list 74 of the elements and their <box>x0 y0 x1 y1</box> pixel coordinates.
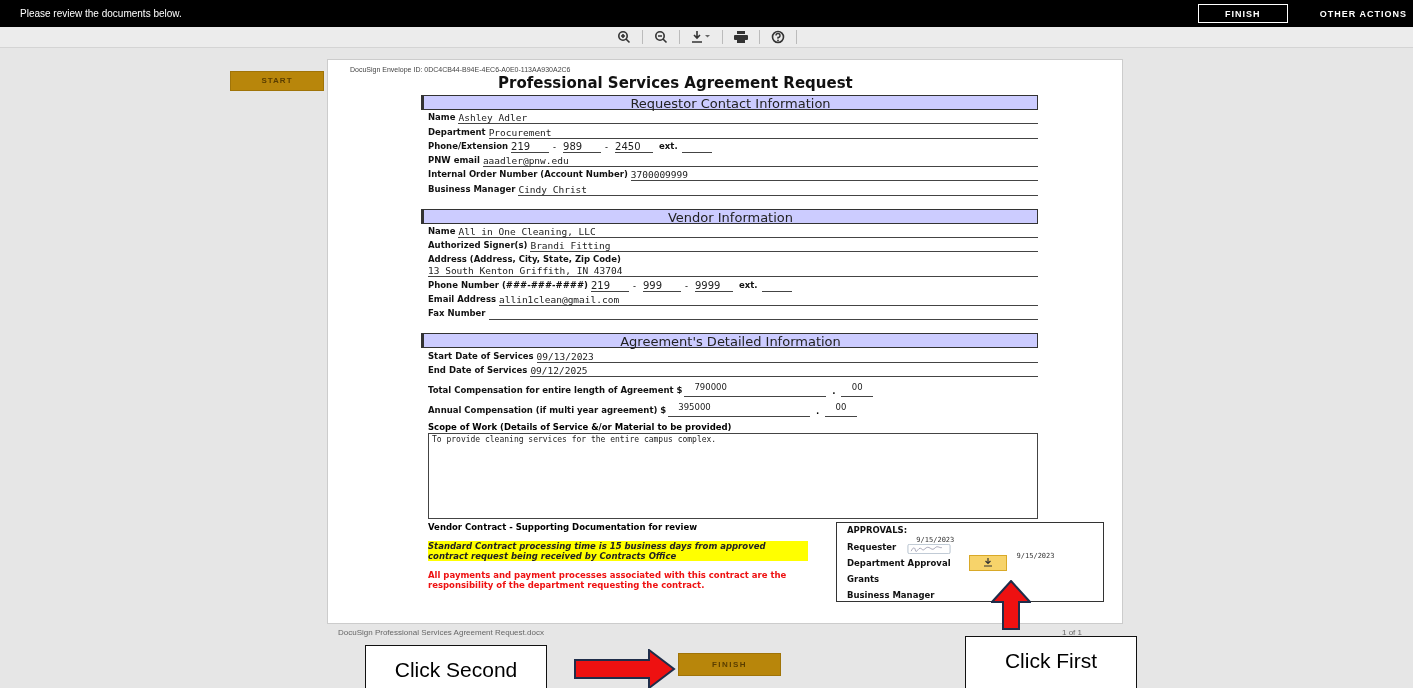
field-label: Internal Order Number (Account Number) <box>428 169 628 182</box>
field-label: ext. <box>738 279 758 292</box>
input-field[interactable]: aaadler@pnw.edu <box>482 154 1038 168</box>
approval-label: Grants <box>847 573 880 584</box>
arrow <box>991 580 1031 630</box>
approval-label: Requester <box>847 541 897 552</box>
dash: - <box>684 280 688 291</box>
document-title: Professional Services Agreement Request <box>498 74 854 92</box>
help-icon[interactable] <box>770 30 785 44</box>
input-field[interactable]: Procurement <box>488 125 1038 139</box>
decimal-point: . <box>832 384 836 396</box>
field-label: Address (Address, City, State, Zip Code) <box>428 254 622 267</box>
input-field[interactable]: 13 South Kenton Griffith, IN 43704 <box>428 266 1038 278</box>
input-field[interactable]: All in One Cleaning, LLC <box>458 225 1038 239</box>
field-label: Phone/Extension <box>428 140 509 153</box>
scope-text-area[interactable]: To provide cleaning services for the entire campus complex. <box>428 432 1038 519</box>
input-field[interactable]: 395000 <box>668 403 811 417</box>
dash: - <box>553 141 557 152</box>
input-field[interactable]: Ashley Adler <box>458 111 1038 125</box>
input-field[interactable]: Cindy Christ <box>518 182 1038 196</box>
payment-note: All payments and payment processes associated with this contract are the responsibility of the department requesting the contract. <box>428 569 788 590</box>
section-header: Vendor Information <box>421 208 1038 224</box>
field-label: ext. <box>659 140 678 153</box>
input-field[interactable]: 219 <box>590 278 629 292</box>
field-label: Department <box>428 126 486 139</box>
section-header: Requestor Contact Information <box>421 95 1038 110</box>
file-name: DocuSign Professional Services Agreement Request.docx <box>338 628 544 637</box>
input-field[interactable]: 3700009999 <box>630 168 1038 182</box>
other-actions-button[interactable]: OTHER ACTIONS <box>1319 8 1407 19</box>
input-field[interactable]: 790000 <box>684 383 827 397</box>
input-field[interactable]: 00 <box>825 403 858 417</box>
approval-label: Business Manager <box>847 589 935 600</box>
zoom-in-icon[interactable] <box>616 30 631 44</box>
input-field[interactable]: 00 <box>841 383 874 397</box>
field-label: Start Date of Services <box>428 350 534 363</box>
input-field[interactable]: 989 <box>563 139 602 153</box>
field-label: Authorized Signer(s) <box>428 240 528 253</box>
field-label: End Date of Services <box>428 364 528 377</box>
supporting-docs-label: Vendor Contract - Supporting Documentation for review <box>428 521 699 532</box>
field-label: Scope of Work (Details of Service &/or Material to be provided) <box>428 421 733 432</box>
download-icon <box>982 558 993 568</box>
input-field[interactable]: 219 <box>511 139 550 153</box>
field-label: Total Compensation for entire length of Agreement $ <box>428 384 683 397</box>
field-label: Name <box>428 112 456 125</box>
instruction-callout: Click First <box>965 636 1137 688</box>
zoom-out-icon[interactable] <box>653 30 668 44</box>
finish-button[interactable]: FINISH <box>1197 4 1288 23</box>
dash: - <box>605 141 609 152</box>
decimal-point: . <box>816 404 820 416</box>
section-header: Agreement's Detailed Information <box>421 333 1038 349</box>
input-field[interactable]: Brandi Fitting <box>530 239 1038 253</box>
field-label: Annual Compensation (if multi year agreement) $ <box>428 404 667 417</box>
page-count: 1 of 1 <box>1062 628 1082 637</box>
field-label: Fax Number <box>428 308 486 321</box>
input-field[interactable]: 09/12/2025 <box>530 363 1038 377</box>
input-field[interactable]: 999 <box>642 278 681 292</box>
field-label: Phone Number (###-###-####) <box>428 279 588 292</box>
field-label: Name <box>428 226 456 239</box>
field-label: Email Address <box>428 293 496 306</box>
input-field[interactable]: 09/13/2023 <box>536 349 1038 363</box>
input-field[interactable]: 2450 <box>615 139 654 153</box>
approvals-title: APPROVALS: <box>847 524 909 535</box>
download-icon[interactable] <box>690 30 711 44</box>
input-field[interactable]: 9999 <box>694 278 733 292</box>
sign-here-button[interactable] <box>968 554 1007 571</box>
field-label: Business Manager <box>428 183 516 196</box>
dash: - <box>632 280 636 291</box>
review-message: Please review the documents below. <box>20 8 182 19</box>
approval-label: Department Approval <box>847 557 951 568</box>
field-label: PNW email <box>428 155 480 168</box>
processing-note: Standard Contract processing time is 15 business days from approved contract request being received by Contracts Office <box>428 540 808 561</box>
print-icon[interactable] <box>733 31 748 43</box>
input-field[interactable]: allin1clean@gmail.com <box>499 292 1038 306</box>
instruction-callout: Click Second <box>365 645 547 688</box>
